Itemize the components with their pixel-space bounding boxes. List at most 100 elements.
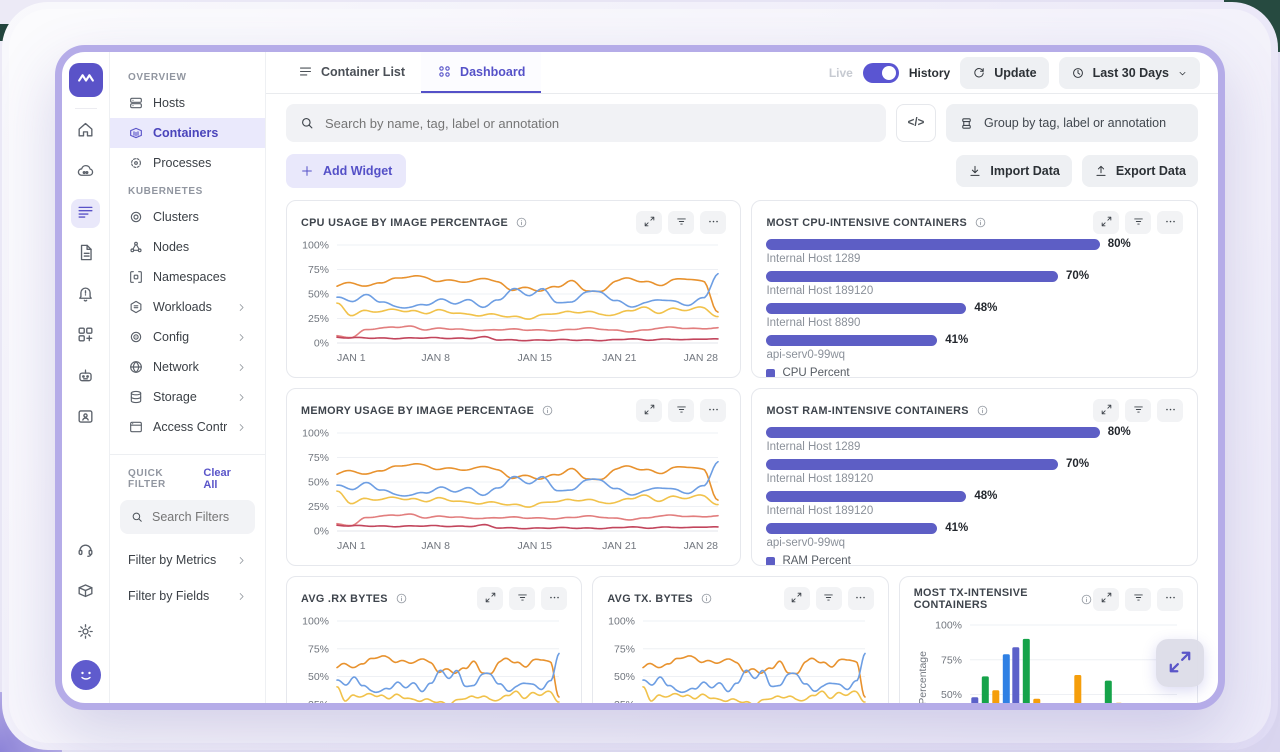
- package-plus-icon: [76, 581, 95, 605]
- rail-item-gear[interactable]: [71, 619, 100, 648]
- usage-bar: [766, 427, 1099, 438]
- update-button[interactable]: Update: [960, 57, 1048, 89]
- sidebar-item-containers[interactable]: Containers: [110, 118, 265, 148]
- processes-icon: [128, 155, 144, 171]
- download-icon: [968, 164, 982, 178]
- sidebar-item-namespaces[interactable]: Namespaces: [120, 262, 255, 292]
- widget-more-button[interactable]: [700, 211, 726, 234]
- bar-value: 70%: [1066, 458, 1089, 470]
- sidebar-item-processes[interactable]: Processes: [120, 148, 255, 178]
- widget-filter-button[interactable]: [1125, 399, 1151, 422]
- rail-item-cloud[interactable]: [71, 158, 100, 187]
- svg-text:JAN 28: JAN 28: [684, 352, 719, 364]
- widget-filter-button[interactable]: [668, 211, 694, 234]
- history-toggle[interactable]: [863, 63, 899, 83]
- rail-item-bell-alert[interactable]: [71, 281, 100, 310]
- storage-icon: [128, 389, 144, 405]
- widget-more-button[interactable]: [700, 399, 726, 422]
- svg-text:JAN 8: JAN 8: [421, 540, 450, 552]
- widget-expand-button[interactable]: [784, 587, 810, 610]
- gear-icon: [76, 622, 95, 641]
- import-data-button[interactable]: Import Data: [956, 155, 1071, 187]
- filter-icon: [675, 215, 688, 228]
- rail-item-grid-plus[interactable]: [71, 322, 100, 351]
- add-widget-button[interactable]: Add Widget: [286, 154, 406, 188]
- legend: CPU Percent: [766, 367, 1183, 378]
- widget-expand-button[interactable]: [636, 399, 662, 422]
- query-code-button[interactable]: </>: [896, 104, 936, 142]
- svg-text:0%: 0%: [314, 526, 329, 538]
- expand-button[interactable]: [1156, 639, 1204, 687]
- rail-item-package-plus[interactable]: [71, 578, 100, 607]
- sidebar-item-clusters[interactable]: Clusters: [120, 202, 255, 232]
- logo-icon: [75, 67, 97, 89]
- tab-container-list[interactable]: Container List: [282, 52, 421, 93]
- widget-expand-button[interactable]: [636, 211, 662, 234]
- filter-search-input[interactable]: [152, 510, 245, 524]
- ellipsis-icon: [707, 403, 720, 419]
- sidebar-item-hosts[interactable]: Hosts: [120, 88, 255, 118]
- widget-most-tx-intensive: MOST TX-INTENSIVE CONTAINERS 100%75%50%2…: [899, 576, 1198, 703]
- widget-expand-button[interactable]: [1093, 211, 1119, 234]
- refresh-icon: [972, 66, 986, 80]
- main-content: Container List Dashboard Live History Up…: [266, 52, 1218, 703]
- main-search-input[interactable]: [325, 116, 873, 131]
- widget-expand-button[interactable]: [477, 587, 503, 610]
- widget-filter-button[interactable]: [668, 399, 694, 422]
- sidebar-item-access-control[interactable]: Access Control: [120, 412, 255, 442]
- svg-text:75%: 75%: [614, 643, 635, 655]
- tab-dashboard[interactable]: Dashboard: [421, 52, 541, 93]
- config-icon: [128, 329, 144, 345]
- widget-filter-button[interactable]: [1125, 588, 1151, 611]
- sidebar-item-nodes[interactable]: Nodes: [120, 232, 255, 262]
- expand-icon: [1100, 403, 1113, 416]
- widget-filter-button[interactable]: [509, 587, 535, 610]
- sidebar-item-filter-by-metrics[interactable]: Filter by Metrics: [120, 542, 255, 578]
- info-icon: [1080, 593, 1093, 606]
- sidebar-item-workloads[interactable]: Workloads: [120, 292, 255, 322]
- main-search[interactable]: [286, 104, 886, 142]
- svg-text:100%: 100%: [302, 616, 329, 628]
- widget-title: CPU USAGE BY IMAGE PERCENTAGE: [301, 217, 508, 229]
- memory-usage-line-chart: 100%75%50%25%0%JAN 1JAN 8JAN 15JAN 21JAN…: [301, 426, 726, 555]
- group-by-button[interactable]: Group by tag, label or annotation: [946, 104, 1198, 142]
- expand-icon: [1100, 215, 1113, 228]
- sidebar-item-network[interactable]: Network: [120, 352, 255, 382]
- widget-filter-button[interactable]: [1125, 211, 1151, 234]
- download-icon: [968, 164, 982, 178]
- bar-entry: 80%Internal Host 1289: [766, 238, 1183, 265]
- dots-icon: [707, 403, 720, 416]
- export-data-button[interactable]: Export Data: [1082, 155, 1198, 187]
- svg-text:100%: 100%: [302, 428, 329, 440]
- filter-search[interactable]: [120, 500, 255, 534]
- sidebar-item-storage[interactable]: Storage: [120, 382, 255, 412]
- widget-more-button[interactable]: [848, 587, 874, 610]
- sidebar-item-filter-by-fields[interactable]: Filter by Fields: [120, 578, 255, 614]
- user-avatar[interactable]: [71, 660, 101, 690]
- widget-more-button[interactable]: [1157, 211, 1183, 234]
- app-logo[interactable]: [69, 63, 103, 97]
- bar-purple: [971, 697, 978, 703]
- clear-all-link[interactable]: Clear All: [203, 467, 247, 491]
- widget-more-button[interactable]: [1157, 399, 1183, 422]
- widget-expand-button[interactable]: [1093, 399, 1119, 422]
- rail-item-robot[interactable]: [71, 363, 100, 392]
- widget-expand-button[interactable]: [1093, 588, 1119, 611]
- rail-item-file[interactable]: [71, 240, 100, 269]
- widget-avg-tx-bytes: AVG TX. BYTES 100%75%50%25%0%: [592, 576, 888, 703]
- date-range-button[interactable]: Last 30 Days: [1059, 57, 1200, 89]
- rail-item-list-filter[interactable]: [71, 199, 100, 228]
- rail-item-home[interactable]: [71, 117, 100, 146]
- expand-bold-icon: [1167, 649, 1193, 675]
- widget-more-button[interactable]: [541, 587, 567, 610]
- sidebar-item-config[interactable]: Config: [120, 322, 255, 352]
- rail-item-id-card[interactable]: [71, 404, 100, 433]
- filter-icon: [1132, 403, 1145, 416]
- bar-green: [981, 676, 988, 703]
- dots-icon: [1164, 215, 1177, 228]
- chev-right-icon: [236, 591, 247, 602]
- widget-filter-button[interactable]: [816, 587, 842, 610]
- widget-title: AVG TX. BYTES: [607, 593, 693, 605]
- rail-item-headset[interactable]: [71, 537, 100, 566]
- widget-more-button[interactable]: [1157, 588, 1183, 611]
